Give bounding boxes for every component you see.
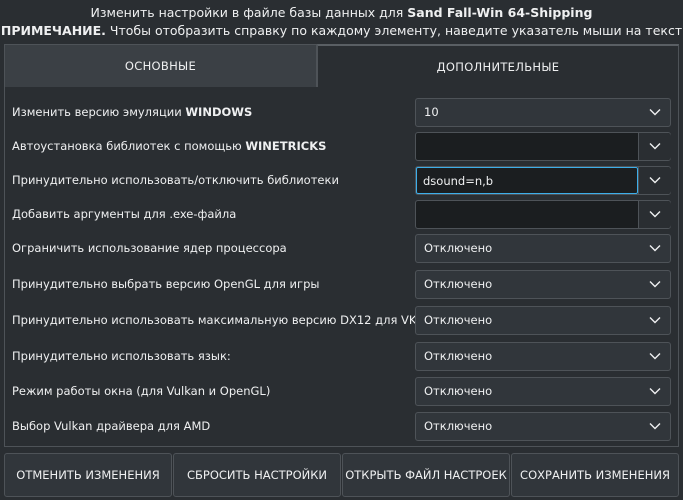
chevron-down-icon[interactable] [639, 133, 671, 160]
button-bar: ОТМЕНИТЬ ИЗМЕНЕНИЯ СБРОСИТЬ НАСТРОЙКИ ОТ… [4, 453, 679, 497]
row-winetricks: Автоустановка библиотек с помощью WINETR… [5, 129, 678, 163]
chevron-down-icon[interactable] [640, 378, 670, 405]
row-dll-overrides: Принудительно использовать/отключить биб… [5, 163, 678, 197]
dll-overrides-combo[interactable] [415, 166, 671, 195]
header-title: Изменить настройки в файле базы данных д… [90, 5, 593, 20]
app-name: Sand Fall-Win 64-Shipping [407, 5, 593, 20]
winetricks-input[interactable] [416, 133, 638, 160]
cpu-cores-select[interactable]: Отключено [415, 234, 671, 263]
row-cpu-cores: Ограничить использование ядер процессора… [5, 231, 678, 265]
row-language: Принудительно использовать язык: Отключе… [5, 339, 678, 373]
cpu-cores-value: Отключено [424, 241, 493, 255]
opengl-version-select[interactable]: Отключено [415, 270, 671, 299]
reset-settings-button[interactable]: СБРОСИТЬ НАСТРОЙКИ [173, 453, 341, 497]
chevron-down-icon[interactable] [640, 413, 670, 440]
row-dx12-vkd3d: Принудительно использовать максимальную … [5, 303, 678, 337]
row-window-mode: Режим работы окна (для Vulkan и OpenGL) … [5, 374, 678, 408]
vulkan-amd-label: Выбор Vulkan драйвера для AMD [12, 419, 211, 433]
tab-bar: ОСНОВНЫЕ ДОПОЛНИТЕЛЬНЫЕ [4, 44, 679, 87]
chevron-down-icon[interactable] [640, 343, 670, 370]
exe-args-input[interactable] [416, 201, 638, 228]
row-vulkan-amd: Выбор Vulkan драйвера для AMD Отключено [5, 409, 678, 443]
row-opengl-version: Принудительно выбрать версию OpenGL для … [5, 267, 678, 301]
dialog-header: Изменить настройки в файле базы данных д… [0, 0, 683, 44]
windows-version-value: 10 [424, 105, 439, 119]
window-mode-value: Отключено [424, 384, 493, 398]
dll-overrides-input[interactable] [416, 167, 638, 194]
winetricks-combo[interactable] [415, 132, 671, 161]
chevron-down-icon[interactable] [640, 271, 670, 298]
window-mode-select[interactable]: Отключено [415, 377, 671, 406]
save-changes-button[interactable]: СОХРАНИТЬ ИЗМЕНЕНИЯ [511, 453, 679, 497]
chevron-down-icon[interactable] [640, 235, 670, 262]
exe-args-combo[interactable] [415, 200, 671, 229]
windows-version-label: Изменить версию эмуляции WINDOWS [12, 105, 253, 119]
settings-panel: Изменить версию эмуляции WINDOWS 10 Авто… [4, 87, 679, 447]
header-note: ПРИМЕЧАНИЕ. Чтобы отобразить справку по … [0, 23, 683, 38]
language-select[interactable]: Отключено [415, 342, 671, 371]
windows-version-select[interactable]: 10 [415, 98, 671, 127]
winetricks-label: Автоустановка библиотек с помощью WINETR… [12, 139, 327, 153]
open-settings-file-button[interactable]: ОТКРЫТЬ ФАЙЛ НАСТРОЕК [342, 453, 510, 497]
window-mode-label: Режим работы окна (для Vulkan и OpenGL) [12, 384, 271, 398]
vulkan-amd-select[interactable]: Отключено [415, 412, 671, 441]
vulkan-amd-value: Отключено [424, 419, 493, 433]
tab-advanced[interactable]: ДОПОЛНИТЕЛЬНЫЕ [317, 44, 679, 87]
cpu-cores-label: Ограничить использование ядер процессора [12, 241, 287, 255]
tab-basic[interactable]: ОСНОВНЫЕ [4, 44, 317, 87]
language-value: Отключено [424, 349, 493, 363]
dll-overrides-label: Принудительно использовать/отключить биб… [12, 173, 339, 187]
chevron-down-icon[interactable] [639, 201, 671, 228]
opengl-version-value: Отключено [424, 277, 493, 291]
dx12-vkd3d-label: Принудительно использовать максимальную … [12, 313, 442, 327]
row-exe-args: Добавить аргументы для .exe-файла [5, 197, 678, 231]
exe-args-label: Добавить аргументы для .exe-файла [12, 207, 237, 221]
chevron-down-icon[interactable] [640, 99, 670, 126]
chevron-down-icon[interactable] [639, 167, 671, 194]
dx12-vkd3d-value: Отключено [424, 313, 493, 327]
row-windows-version: Изменить версию эмуляции WINDOWS 10 [5, 95, 678, 129]
language-label: Принудительно использовать язык: [12, 349, 231, 363]
cancel-changes-button[interactable]: ОТМЕНИТЬ ИЗМЕНЕНИЯ [4, 453, 172, 497]
opengl-version-label: Принудительно выбрать версию OpenGL для … [12, 277, 320, 291]
chevron-down-icon[interactable] [640, 307, 670, 334]
dx12-vkd3d-select[interactable]: Отключено [415, 306, 671, 335]
